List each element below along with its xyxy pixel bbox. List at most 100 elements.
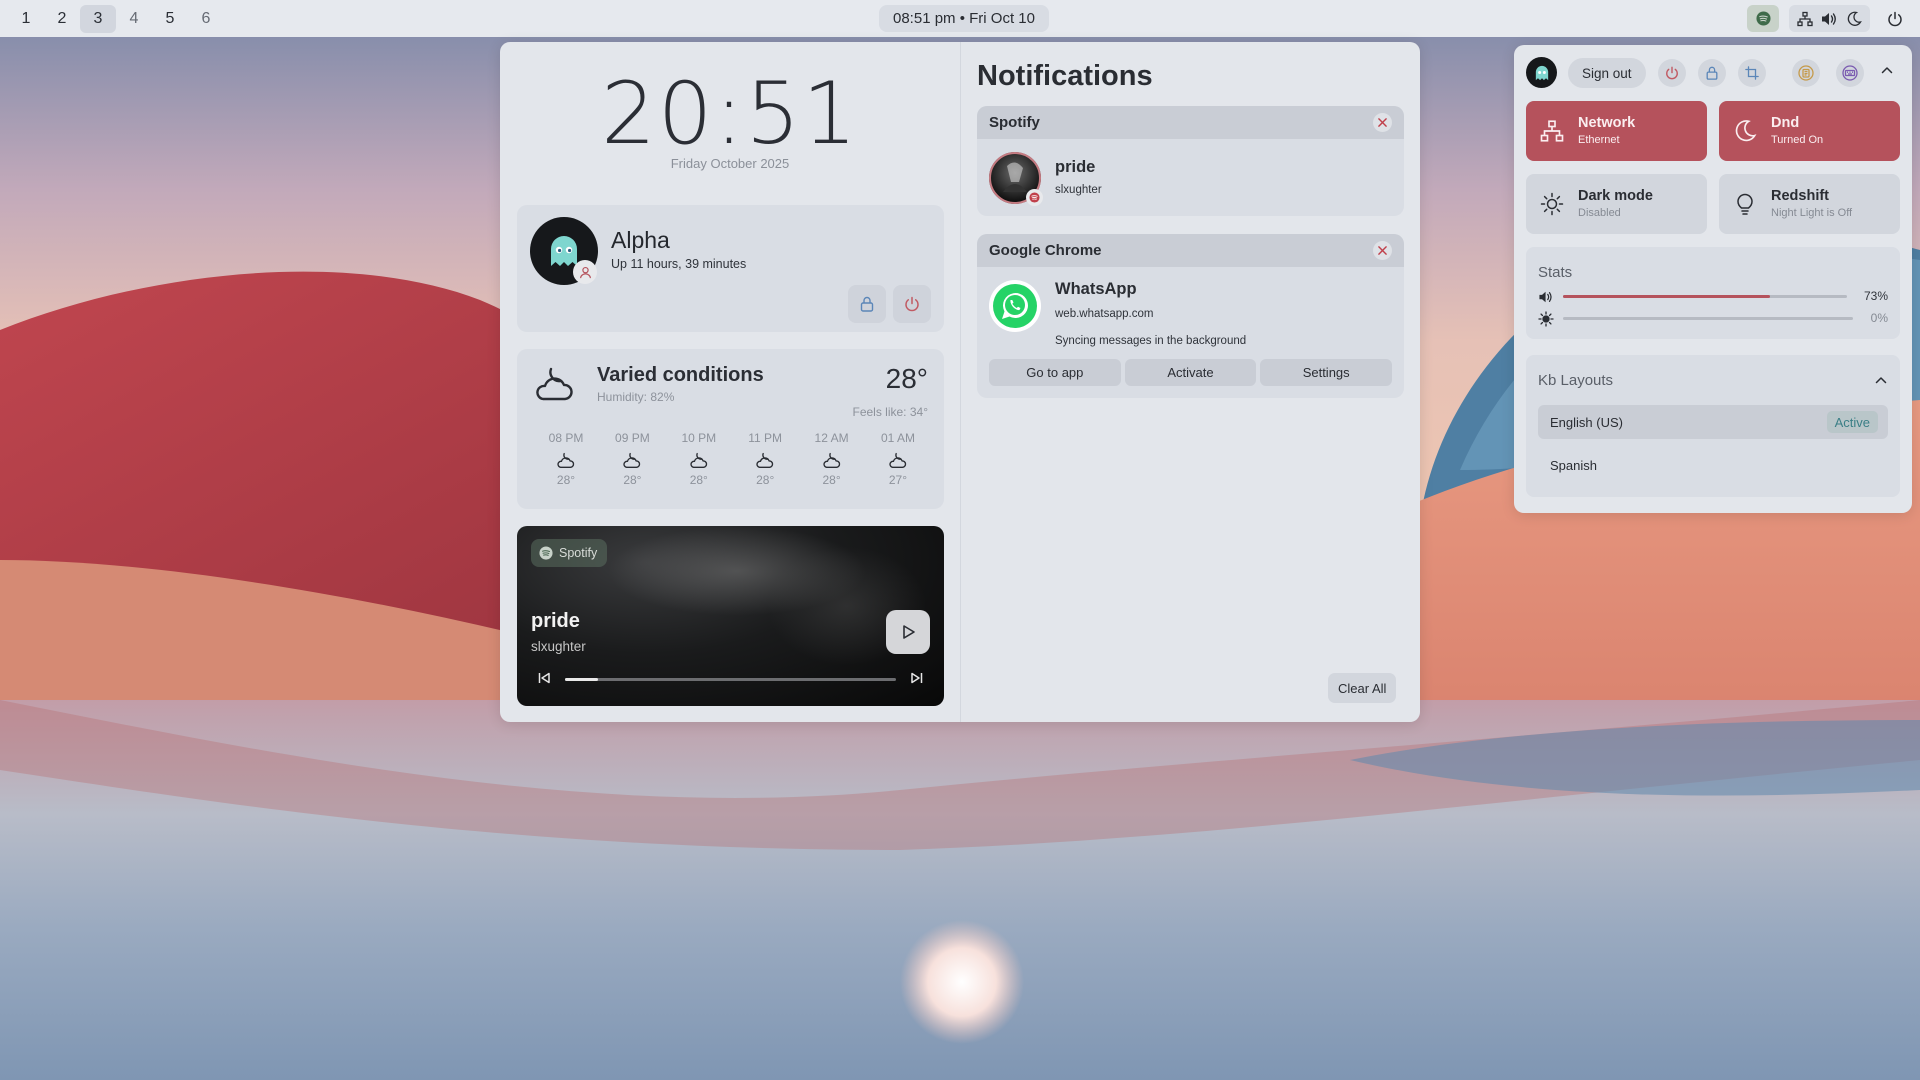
workspace-5[interactable]: 5 — [152, 5, 188, 33]
ghost-icon — [1533, 64, 1551, 82]
bulb-icon — [1733, 192, 1757, 216]
workspace-switcher: 1 2 3 4 5 6 — [8, 4, 224, 33]
forecast-hour: 09 PM 28° — [603, 431, 661, 487]
media-progress-fill — [565, 678, 599, 681]
media-source-label: Spotify — [559, 546, 598, 560]
notification-body: Syncing messages in the background — [1055, 335, 1247, 347]
screenshot-button[interactable] — [1738, 59, 1766, 87]
notification-actions: Go to app Activate Settings — [989, 359, 1393, 386]
settings-button[interactable]: Settings — [1260, 359, 1393, 386]
media-player: Spotify pride slxughter — [517, 526, 944, 706]
play-icon — [899, 623, 917, 641]
weather-feels-like: Feels like: 34° — [852, 405, 929, 419]
keyboard-button[interactable] — [1836, 59, 1864, 87]
stats-card: Stats 73% 0% — [1526, 247, 1900, 339]
weather-temperature: 28° — [885, 363, 928, 394]
network-icon — [1797, 11, 1813, 27]
uptime-text: Up 11 hours, 39 minutes — [611, 257, 747, 271]
workspace-2[interactable]: 2 — [44, 5, 80, 33]
collapse-kb-layouts-button[interactable] — [1874, 373, 1888, 387]
notification-card-chrome[interactable]: Google Chrome WhatsApp web.whatsapp.com … — [977, 234, 1404, 398]
user-card: Alpha Up 11 hours, 39 minutes — [517, 205, 944, 332]
notification-app-badge — [1026, 189, 1043, 206]
partly-cloudy-night-icon — [533, 361, 577, 405]
large-clock: 20:51 — [601, 64, 859, 164]
status-indicators[interactable] — [1789, 5, 1870, 32]
top-bar: 1 2 3 4 5 6 08:51 pm • Fri Oct 10 — [0, 0, 1920, 37]
user-name: Alpha — [611, 227, 670, 253]
kb-layout-name: Spanish — [1550, 457, 1597, 473]
forecast-hour: 11 PM 28° — [736, 431, 794, 487]
sign-out-button[interactable]: Sign out — [1568, 58, 1646, 88]
forecast-temp: 28° — [822, 473, 841, 487]
partly-cloudy-night-icon — [755, 450, 775, 470]
dnd-toggle[interactable]: Dnd Turned On — [1719, 101, 1900, 161]
spotify-icon — [1029, 192, 1040, 203]
forecast-time: 01 AM — [880, 431, 915, 445]
tile-subtitle: Ethernet — [1578, 134, 1620, 146]
power-button[interactable] — [1658, 59, 1686, 87]
chevron-up-icon — [1880, 63, 1894, 77]
workspace-6[interactable]: 6 — [188, 5, 224, 33]
lock-icon — [859, 296, 875, 312]
kb-layouts-title: Kb Layouts — [1538, 372, 1614, 389]
media-artist: slxughter — [531, 639, 586, 654]
media-source-chip: Spotify — [531, 539, 608, 567]
spotify-icon — [1755, 11, 1771, 26]
notification-subtitle: web.whatsapp.com — [1055, 308, 1154, 320]
dashboard-panel: 20:51 Friday October 2025 Alpha Up 11 ho… — [500, 42, 1420, 722]
lock-button[interactable] — [848, 285, 886, 323]
volume-fill — [1563, 295, 1771, 298]
forecast-hour: 10 PM 28° — [670, 431, 728, 487]
kb-layout-item[interactable]: Spanish — [1538, 448, 1888, 482]
workspace-3[interactable]: 3 — [80, 4, 116, 33]
play-button[interactable] — [886, 610, 930, 654]
notes-button[interactable] — [1792, 59, 1820, 87]
tile-subtitle: Night Light is Off — [1771, 207, 1853, 219]
notification-title: WhatsApp — [1055, 280, 1137, 298]
notifications-heading: Notifications — [977, 60, 1153, 92]
active-badge: Active — [1826, 411, 1878, 433]
whatsapp-icon — [989, 280, 1041, 332]
notification-subtitle: slxughter — [1055, 184, 1102, 196]
volume-slider[interactable]: 73% — [1538, 289, 1888, 305]
stats-title: Stats — [1538, 264, 1573, 281]
media-progress-bar[interactable] — [565, 678, 896, 681]
close-icon — [1378, 118, 1387, 127]
moon-icon — [1733, 119, 1757, 143]
power-button[interactable] — [893, 285, 931, 323]
dismiss-notification-button[interactable] — [1373, 113, 1392, 132]
system-tray — [1747, 0, 1920, 37]
power-menu-button[interactable] — [1880, 11, 1910, 27]
skip-next-icon — [910, 671, 924, 685]
avatar[interactable] — [1526, 57, 1557, 88]
workspace-4[interactable]: 4 — [116, 5, 152, 33]
next-track-button[interactable] — [910, 671, 924, 685]
kb-layout-name: English (US) — [1550, 414, 1623, 430]
panel-divider — [960, 42, 961, 722]
notification-card-spotify[interactable]: Spotify pride slxughter — [977, 106, 1404, 216]
previous-track-button[interactable] — [537, 671, 551, 685]
clear-all-button[interactable]: Clear All — [1328, 673, 1397, 703]
dismiss-notification-button[interactable] — [1373, 241, 1392, 260]
brightness-slider[interactable]: 0% — [1538, 311, 1888, 327]
notification-title: pride — [1055, 158, 1096, 176]
lock-button[interactable] — [1698, 59, 1726, 87]
volume-track — [1563, 295, 1847, 298]
collapse-panel-button[interactable] — [1880, 63, 1894, 77]
notification-app-label: Google Chrome — [989, 242, 1102, 259]
spotify-tray-button[interactable] — [1747, 5, 1779, 32]
forecast-temp: 28° — [556, 473, 576, 487]
topbar-clock[interactable]: 08:51 pm • Fri Oct 10 — [879, 5, 1049, 32]
dark-mode-toggle[interactable]: Dark mode Disabled — [1526, 174, 1707, 234]
media-title: pride — [531, 610, 580, 632]
go-to-app-button[interactable]: Go to app — [989, 359, 1121, 386]
workspace-1[interactable]: 1 — [8, 5, 44, 33]
tile-subtitle: Disabled — [1578, 207, 1621, 219]
network-toggle[interactable]: Network Ethernet — [1526, 101, 1707, 161]
activate-button[interactable]: Activate — [1124, 359, 1257, 386]
redshift-toggle[interactable]: Redshift Night Light is Off — [1719, 174, 1900, 234]
power-icon — [1665, 66, 1679, 80]
kb-layout-item[interactable]: English (US) Active — [1538, 405, 1888, 439]
forecast-hour: 01 AM 27° — [869, 431, 927, 487]
